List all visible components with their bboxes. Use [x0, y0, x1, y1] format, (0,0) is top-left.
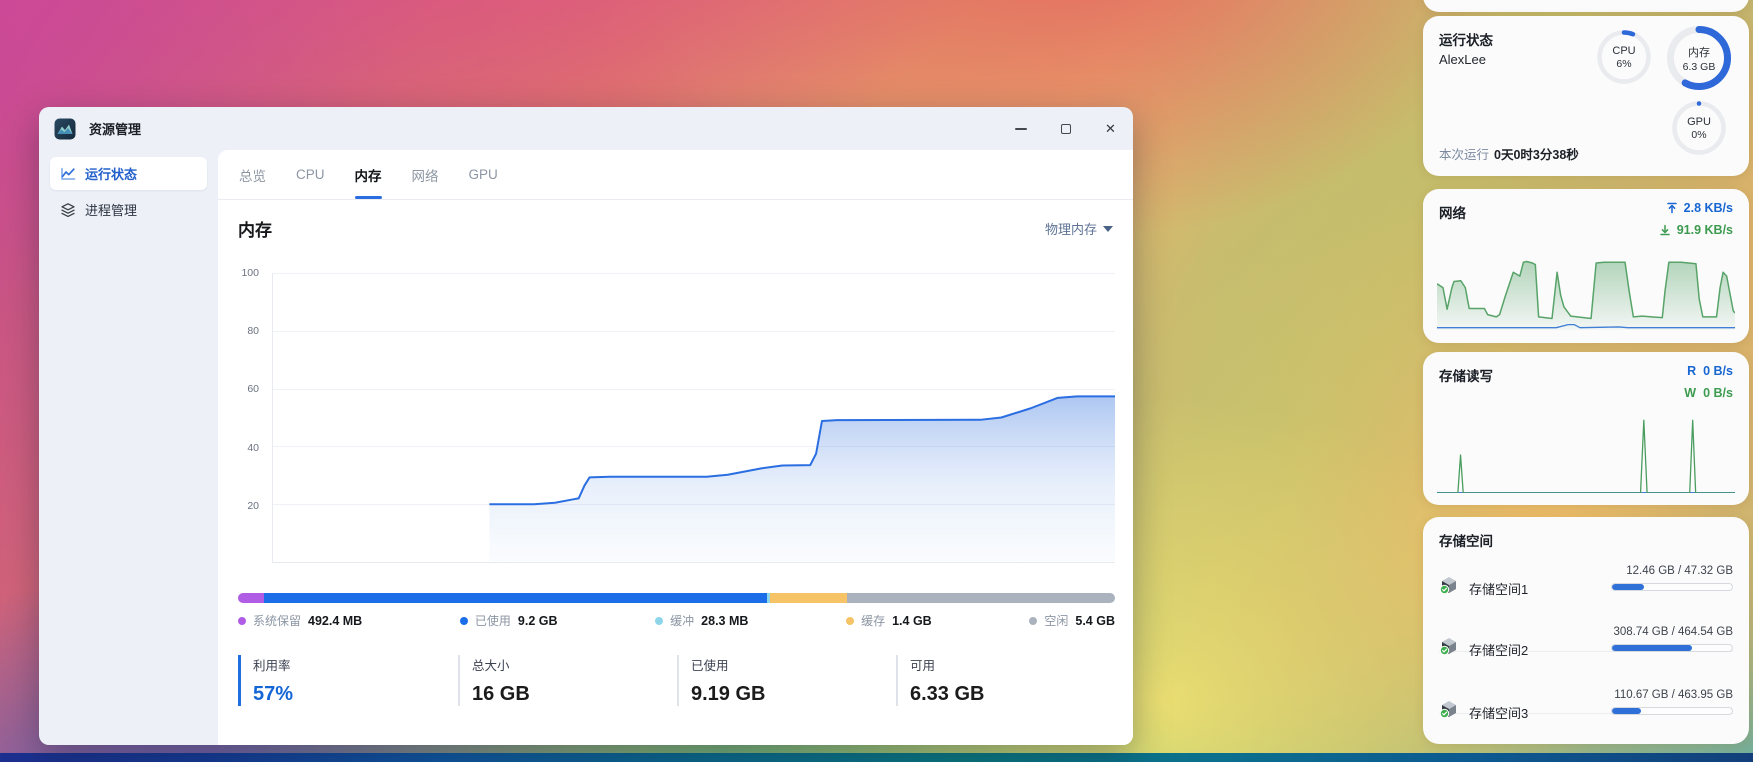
widget-panel: 运行状态 AlexLee CPU 6% 内存 6.3 GB GPU 0% 本次运…	[1423, 0, 1749, 762]
volume-name: 存储空间3	[1469, 706, 1529, 721]
widget-title: 存储空间	[1439, 534, 1493, 549]
download-icon	[1659, 224, 1670, 236]
legend-item: 缓冲 28.3 MB	[655, 612, 748, 629]
gpu-usage-ring: GPU 0%	[1671, 100, 1727, 156]
volume-progressbar	[1611, 644, 1733, 652]
bar-segment-cache	[770, 593, 848, 603]
upload-icon	[1666, 202, 1677, 214]
legend-item: 系统保留 492.4 MB	[238, 612, 362, 629]
stat-utilization: 利用率 57%	[238, 655, 458, 706]
layers-icon	[61, 202, 75, 217]
widget-title: 存储读写	[1439, 369, 1493, 384]
legend-dot	[655, 616, 664, 625]
memory-chart: 100 80 60 40 20	[238, 263, 1115, 563]
sidebar-item-label: 运行状态	[85, 167, 138, 182]
memory-type-dropdown[interactable]: 物理内存	[1045, 219, 1113, 238]
widget-running-status: 运行状态 AlexLee CPU 6% 内存 6.3 GB GPU 0% 本次运…	[1423, 16, 1749, 176]
disk-io-chart	[1437, 414, 1735, 493]
upload-rate: 2.8 KB/s	[1666, 201, 1733, 215]
stat-used: 已使用 9.19 GB	[677, 655, 896, 706]
legend-dot	[238, 616, 246, 625]
widget-storage: 存储空间 存储空间1 12.46 GB / 47.32 GB 存储空间2 308…	[1423, 517, 1749, 744]
legend-dot	[459, 616, 468, 625]
memory-usage-ring: 内存 6.3 GB	[1666, 25, 1732, 91]
volume-progressbar	[1611, 583, 1733, 591]
write-rate: W0 B/s	[1684, 386, 1733, 400]
tab-overview[interactable]: 总览	[239, 150, 266, 199]
sidebar-item-running-status[interactable]: 运行状态	[50, 157, 207, 190]
volume-usage: 308.74 GB / 464.54 GB	[1613, 626, 1733, 638]
legend-dot	[846, 616, 855, 625]
sidebar-item-label: 进程管理	[85, 203, 138, 218]
tab-cpu[interactable]: CPU	[296, 150, 325, 199]
widget-disk-io: 存储读写 R0 B/s W0 B/s	[1423, 352, 1749, 505]
volume-name: 存储空间2	[1469, 643, 1529, 658]
tab-network[interactable]: 网络	[412, 150, 439, 199]
minimize-icon	[1014, 127, 1027, 130]
window-title: 资源管理	[89, 122, 142, 137]
network-chart	[1437, 253, 1735, 330]
bar-segment-free	[847, 593, 1115, 603]
volume-progressbar	[1611, 707, 1733, 715]
close-button[interactable]: ✕	[1088, 107, 1133, 150]
widget-card-partial	[1423, 0, 1749, 12]
chevron-down-icon	[1103, 225, 1113, 232]
uptime: 本次运行 0天0时3分38秒	[1439, 148, 1579, 162]
volume-usage: 12.46 GB / 47.32 GB	[1626, 565, 1733, 577]
content-panel: 总览 CPU 内存 网络 GPU 内存 物理内存 100 80 60 40 20…	[218, 150, 1133, 745]
legend-dot	[1029, 616, 1038, 625]
minimize-button[interactable]	[998, 107, 1043, 150]
disk-cube-icon	[1439, 577, 1456, 595]
page-title: 内存	[238, 221, 272, 240]
bar-segment-reserved	[238, 593, 265, 603]
widget-network: 网络 2.8 KB/s 91.9 KB/s	[1423, 189, 1749, 343]
storage-volume-row[interactable]: 存储空间3 110.67 GB / 463.95 GB	[1439, 679, 1733, 739]
memory-legend: 系统保留 492.4 MB 已使用 9.2 GB 缓冲 28.3 MB 缓存 1…	[238, 612, 1115, 629]
legend-item: 空闲 5.4 GB	[1029, 612, 1115, 629]
volume-name: 存储空间1	[1469, 582, 1529, 597]
close-icon: ✕	[1105, 121, 1116, 136]
maximize-button[interactable]	[1043, 107, 1088, 150]
username: AlexLee	[1439, 52, 1486, 67]
app-icon	[54, 118, 76, 140]
maximize-icon	[1060, 123, 1071, 134]
resource-manager-window: 资源管理 ✕ 运行状态 进程管理 总览 CPU 内存 网络 GPU 内存 物理内…	[39, 107, 1133, 745]
disk-cube-icon	[1439, 638, 1456, 656]
bar-segment-used	[264, 593, 767, 603]
tab-memory[interactable]: 内存	[354, 150, 382, 199]
titlebar[interactable]: 资源管理 ✕	[39, 107, 1133, 150]
widget-title: 运行状态	[1439, 33, 1493, 48]
widget-title: 网络	[1439, 206, 1466, 221]
tab-bar: 总览 CPU 内存 网络 GPU	[218, 150, 1133, 200]
y-axis-labels: 100 80 60 40 20	[241, 267, 259, 512]
sidebar: 运行状态 进程管理	[39, 150, 218, 745]
disk-cube-icon	[1439, 701, 1456, 719]
cpu-usage-ring: CPU 6%	[1596, 29, 1652, 85]
read-rate: R0 B/s	[1687, 364, 1733, 378]
stat-available: 可用 6.33 GB	[896, 655, 1115, 706]
memory-composition-bar	[238, 593, 1115, 603]
sidebar-item-process-manager[interactable]: 进程管理	[50, 193, 207, 226]
storage-volume-row[interactable]: 存储空间1 12.46 GB / 47.32 GB	[1439, 555, 1733, 615]
storage-volume-row[interactable]: 存储空间2 308.74 GB / 464.54 GB	[1439, 616, 1733, 676]
memory-type-label: 物理内存	[1044, 222, 1097, 237]
line-chart-icon	[61, 167, 76, 180]
memory-stats: 利用率 57% 总大小 16 GB 已使用 9.19 GB 可用 6.33 GB	[238, 655, 1115, 706]
download-rate: 91.9 KB/s	[1659, 223, 1733, 237]
tab-gpu[interactable]: GPU	[469, 150, 498, 199]
legend-item: 缓存 1.4 GB	[846, 612, 932, 629]
legend-item: 已使用 9.2 GB	[459, 612, 558, 629]
stat-total: 总大小 16 GB	[458, 655, 677, 706]
memory-plot-area	[272, 273, 1115, 563]
volume-usage: 110.67 GB / 463.95 GB	[1614, 689, 1733, 701]
